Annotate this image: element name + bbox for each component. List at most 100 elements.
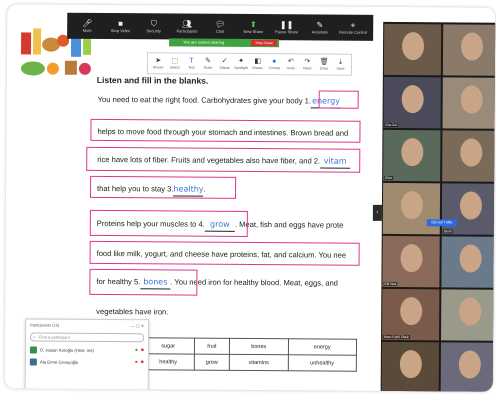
security-button[interactable]: ⛉ Security: [138, 19, 170, 34]
participant-video: [460, 138, 483, 167]
avatar: [29, 357, 37, 366]
video-icon: ■: [118, 18, 123, 28]
undo-tool[interactable]: ↶ Undo: [283, 57, 300, 71]
mic-muted-icon[interactable]: ●: [135, 359, 138, 365]
participant-name-label: Elif Naz: [383, 281, 398, 287]
annotate-button[interactable]: ✎ Annotate: [304, 20, 336, 35]
participant-search-input[interactable]: ⌕ Find a participant: [29, 332, 145, 343]
participant-video: [401, 138, 424, 167]
video-tile[interactable]: [442, 130, 496, 182]
participants-button[interactable]: 👥︎ Participants: [171, 19, 203, 34]
select-tool[interactable]: ⬚ Select: [166, 56, 183, 70]
participant-video: [400, 244, 423, 273]
participant-name-label: Derin: [442, 229, 454, 234]
participant-name-label: Ela Gül: [384, 122, 399, 128]
video-off-icon[interactable]: ■: [141, 347, 144, 353]
participant-video: [460, 32, 484, 61]
video-tile[interactable]: Ekin: [383, 129, 441, 182]
participant-video: [400, 191, 424, 220]
cursor-icon: ➤: [155, 57, 162, 65]
chat-button[interactable]: 💬︎ Chat: [204, 19, 236, 34]
participants-icon: 👥︎: [181, 19, 193, 29]
video-tile[interactable]: [441, 289, 496, 341]
participant-video: [401, 32, 425, 61]
share-icon: ⬆: [250, 19, 257, 29]
video-tile[interactable]: [440, 342, 496, 392]
word-bank-cell: grow: [193, 354, 230, 371]
remote-icon: ⌖: [350, 20, 356, 30]
word-bank-cell: unhealthy: [287, 354, 357, 372]
video-tile[interactable]: [442, 77, 496, 129]
video-gallery: Ela Gül Ekin Derin Elif Naz Mavi Eylül Dilek: [380, 21, 496, 392]
chat-icon: 💬︎: [215, 19, 226, 29]
annotation-box-3: [86, 146, 361, 173]
participant-video: [460, 85, 483, 114]
shield-icon: ⛉: [150, 18, 157, 28]
worksheet: Listen and fill in the blanks. You need …: [7, 4, 495, 372]
video-tile[interactable]: Derin: [441, 183, 496, 235]
participant-video: [459, 297, 482, 326]
participant-row[interactable]: Ö. Hasan Keroğlu (Host, me) ● ■: [26, 343, 148, 356]
pen-icon: ✎: [205, 57, 211, 65]
mic-icon[interactable]: ●: [135, 347, 138, 353]
redo-icon: ↷: [304, 58, 311, 66]
clear-tool[interactable]: 🗑︎ Clear: [316, 57, 333, 71]
draw-tool[interactable]: ✎ Draw: [200, 57, 217, 71]
spotlight-participant-button[interactable]: Ela Gül Tülkü: [426, 219, 457, 227]
trash-icon: 🗑︎: [319, 58, 329, 66]
mouse-tool[interactable]: ➤ Mouse: [150, 56, 167, 70]
word-bank-cell: bones: [229, 338, 289, 355]
window-controls[interactable]: — ☐ ✕: [131, 323, 144, 328]
spotlight-icon: ✦: [238, 57, 245, 65]
word-bank-cell: healthy: [142, 353, 195, 371]
format-icon: ●: [272, 58, 277, 66]
mic-icon: 🎤︎: [82, 18, 93, 28]
new-share-button[interactable]: ⬆ New Share: [237, 19, 269, 34]
remote-control-button[interactable]: ⌖ Remote Control: [337, 20, 369, 35]
eraser-tool[interactable]: ◧ Eraser: [249, 57, 266, 71]
participants-title: Participants (15): [30, 322, 60, 328]
participant-video: [459, 191, 483, 220]
pause-share-button[interactable]: ❚❚ Pause Share: [270, 20, 302, 35]
chevron-left-icon[interactable]: ‹: [372, 204, 382, 221]
stop-share-button[interactable]: Stop Share: [251, 40, 278, 47]
video-tile[interactable]: [381, 341, 439, 392]
stop-video-button[interactable]: ■ Stop Video: [104, 18, 136, 33]
save-tool[interactable]: ⤓ Save: [332, 58, 349, 72]
video-tile[interactable]: [441, 236, 496, 288]
video-tile[interactable]: [383, 23, 442, 76]
text-tool[interactable]: T Text: [183, 57, 200, 71]
pause-icon: ❚❚: [279, 19, 294, 29]
video-tile[interactable]: Mavi Eylül Dilek: [382, 288, 440, 341]
save-icon: ⤓: [339, 58, 343, 66]
participant-video: [458, 350, 481, 379]
worksheet-instruction: Listen and fill in the blanks.: [96, 74, 209, 86]
worksheet-line-8: vegetables have iron.: [96, 306, 169, 317]
stamp-tool[interactable]: ✓ Stamp: [216, 57, 233, 71]
format-tool[interactable]: ● Format: [266, 57, 283, 71]
mute-button[interactable]: 🎤︎ Mute: [71, 18, 103, 33]
video-tile[interactable]: [382, 182, 441, 235]
video-tile[interactable]: Ela Gül: [383, 76, 441, 129]
participant-video: [400, 297, 423, 326]
eraser-icon: ◧: [254, 58, 262, 66]
spotlight-tool[interactable]: ✦ Spotlight: [233, 57, 250, 71]
word-bank-cell: sugar: [142, 337, 195, 355]
annotation-box-2: [90, 118, 361, 143]
word-bank-table: sugar fruit bones energy healthy grow vi…: [142, 337, 357, 372]
word-bank-row: sugar fruit bones energy: [142, 337, 357, 356]
text-icon: T: [189, 57, 194, 65]
word-bank-cell: fruit: [194, 338, 230, 355]
annotation-box-7: [89, 268, 198, 296]
select-icon: ⬚: [171, 57, 179, 65]
video-tile[interactable]: [442, 24, 496, 76]
word-bank-cell: vitamins: [229, 354, 288, 371]
redo-tool[interactable]: ↷ Redo: [299, 57, 316, 71]
annotation-toolbar: ➤ Mouse ⬚ Select T Text ✎ Draw ✓ Stamp ✦ Spotl…: [146, 52, 353, 76]
video-off-icon[interactable]: ■: [141, 359, 144, 365]
participant-name-label: Ekin: [384, 175, 393, 180]
screenshot-frame: 🎤︎ Mute ■ Stop Video ⛉ Security 👥︎ Participa…: [4, 4, 496, 392]
participant-row[interactable]: Ata Emre Çevayoğlu ● ■: [26, 355, 148, 368]
worksheet-line-1: You need to eat the right food. Carbohyd…: [98, 93, 342, 109]
video-tile[interactable]: Elif Naz: [382, 235, 440, 288]
